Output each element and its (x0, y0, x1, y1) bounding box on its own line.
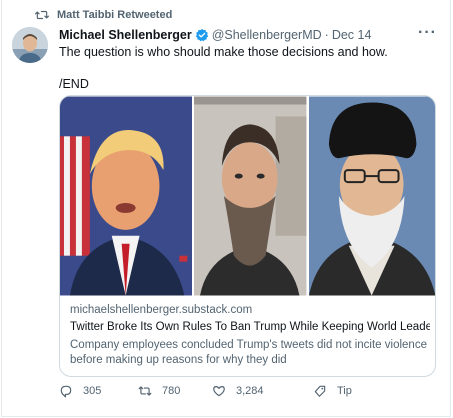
verified-badge-icon (195, 28, 208, 42)
tip-button[interactable]: Tip (313, 384, 352, 398)
more-icon[interactable]: ··· (418, 24, 437, 42)
card-image-left (60, 96, 193, 296)
reply-icon (60, 385, 72, 398)
retweet-icon (35, 10, 49, 20)
retweet-context: Matt Taibbi Retweeted (35, 7, 172, 23)
tip-icon (314, 385, 326, 397)
retweet-count: 780 (162, 385, 181, 397)
card-image-right (308, 96, 435, 296)
like-icon (213, 386, 225, 397)
tweet-text: The question is who should make those de… (59, 44, 429, 92)
retweeted-by-label[interactable]: Matt Taibbi Retweeted (57, 9, 172, 21)
card-image-strip (60, 96, 435, 296)
retweet-icon (138, 386, 152, 396)
reply-count: 305 (83, 385, 102, 397)
card-description: Company employees concluded Trump's twee… (70, 339, 427, 366)
tweet-text-line: /END (59, 77, 89, 91)
author-name[interactable]: Michael Shellenberger (59, 28, 192, 42)
tweet-actions: 305 780 3,284 Tip (59, 384, 399, 402)
card-image-middle (194, 96, 307, 296)
tip-label: Tip (337, 385, 352, 397)
reply-button[interactable]: 305 (59, 384, 101, 398)
tweet-text-line: The question is who should make those de… (59, 45, 388, 59)
like-count: 3,284 (236, 385, 264, 397)
retweet-button[interactable]: 780 (138, 384, 180, 398)
like-button[interactable]: 3,284 (212, 384, 264, 398)
link-card[interactable]: michaelshellenberger.substack.com Twitte… (59, 95, 436, 377)
separator-dot: · (324, 28, 329, 42)
tweet-header: Michael Shellenberger @ShellenbergerMD ·… (59, 26, 435, 44)
author-handle[interactable]: @ShellenbergerMD (212, 28, 322, 42)
avatar-image (12, 27, 48, 63)
card-title: Twitter Broke Its Own Rules To Ban Trump… (70, 321, 430, 333)
avatar[interactable] (12, 27, 48, 63)
tweet-date[interactable]: Dec 14 (332, 28, 372, 42)
card-domain: michaelshellenberger.substack.com (70, 304, 253, 316)
